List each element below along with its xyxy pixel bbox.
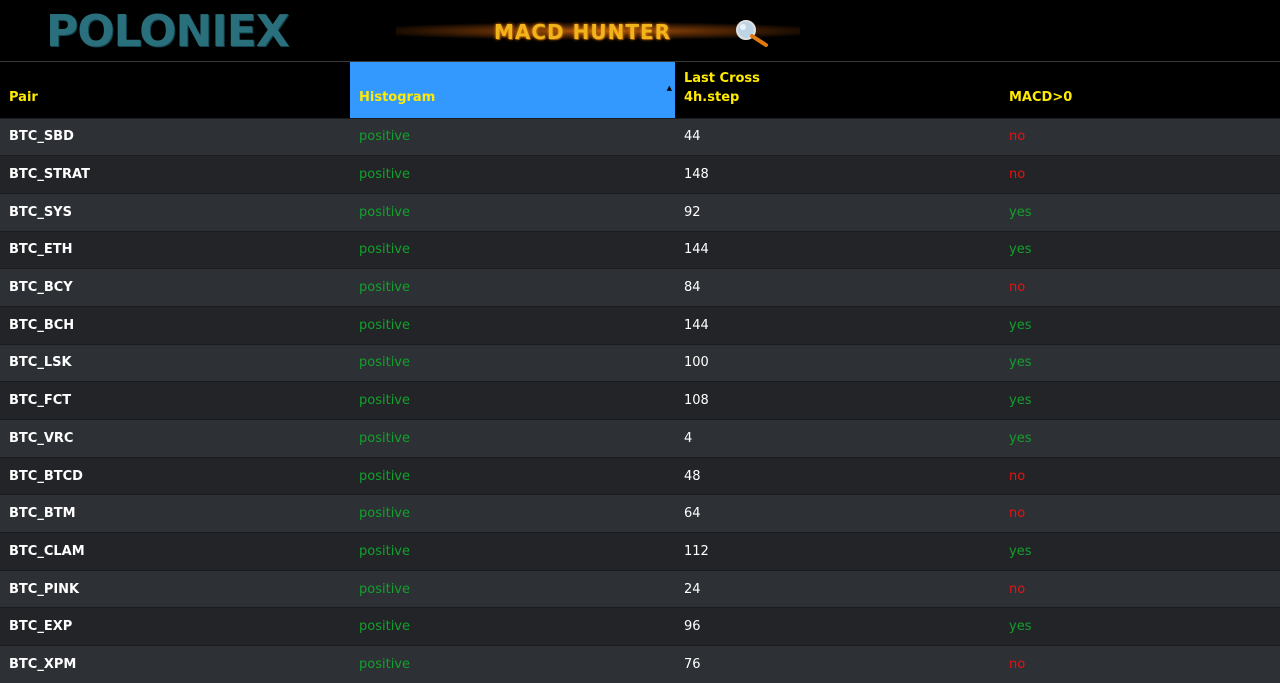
macd-cell: yes xyxy=(1000,532,1280,571)
pair-cell: BTC_STRAT xyxy=(0,155,350,194)
last-cross-cell: 92 xyxy=(675,192,1000,232)
macd-cell: yes xyxy=(1000,230,1280,269)
histogram-cell: positive xyxy=(350,419,675,458)
pair-cell: BTC_SYS xyxy=(0,192,350,232)
table-row[interactable]: BTC_ETH positive 144 yes xyxy=(0,230,1280,269)
macd-cell: no xyxy=(1000,456,1280,495)
last-cross-cell: 148 xyxy=(675,155,1000,194)
histogram-cell: positive xyxy=(350,343,675,382)
last-cross-cell: 144 xyxy=(675,305,1000,345)
last-cross-cell: 24 xyxy=(675,569,1000,608)
last-cross-cell: 144 xyxy=(675,230,1000,269)
histogram-cell: positive xyxy=(350,117,675,156)
table-row[interactable]: BTC_FCT positive 108 yes xyxy=(0,381,1280,420)
last-cross-cell: 64 xyxy=(675,494,1000,533)
pair-cell: BTC_EXP xyxy=(0,607,350,646)
column-header-pair-label: Pair xyxy=(9,89,38,105)
pair-cell: BTC_LSK xyxy=(0,343,350,382)
column-header-last-cross-sublabel: 4h.step xyxy=(684,89,740,105)
pair-cell: BTC_BTM xyxy=(0,494,350,533)
histogram-cell: positive xyxy=(350,645,675,683)
pair-cell: BTC_PINK xyxy=(0,569,350,608)
table-row[interactable]: BTC_BCH positive 144 yes xyxy=(0,305,1280,345)
poloniex-logo: POLONIEX xyxy=(46,6,290,57)
last-cross-cell: 112 xyxy=(675,532,1000,571)
table-row[interactable]: BTC_PINK positive 24 no xyxy=(0,569,1280,608)
table-row[interactable]: BTC_BTM positive 64 no xyxy=(0,494,1280,533)
macd-cell: yes xyxy=(1000,192,1280,232)
pair-cell: BTC_CLAM xyxy=(0,532,350,571)
macd-cell: yes xyxy=(1000,305,1280,345)
macd-cell: no xyxy=(1000,268,1280,307)
last-cross-cell: 48 xyxy=(675,456,1000,495)
table-header-row: Pair Histogram ▲ Last Cross 4h.step MACD… xyxy=(0,62,1280,118)
table-body: BTC_SBD positive 44 no BTC_STRAT positiv… xyxy=(0,117,1280,683)
histogram-cell: positive xyxy=(350,569,675,608)
column-header-last-cross[interactable]: Last Cross 4h.step xyxy=(675,62,1000,118)
last-cross-cell: 100 xyxy=(675,343,1000,382)
column-header-pair[interactable]: Pair xyxy=(0,62,350,118)
last-cross-cell: 108 xyxy=(675,381,1000,420)
last-cross-cell: 76 xyxy=(675,645,1000,683)
table-row[interactable]: BTC_BCY positive 84 no xyxy=(0,268,1280,307)
table-row[interactable]: BTC_STRAT positive 148 no xyxy=(0,155,1280,194)
macd-cell: yes xyxy=(1000,381,1280,420)
table-row[interactable]: BTC_VRC positive 4 yes xyxy=(0,419,1280,458)
column-header-histogram-label: Histogram xyxy=(359,89,436,105)
macd-cell: no xyxy=(1000,494,1280,533)
macd-cell: no xyxy=(1000,155,1280,194)
macd-cell: yes xyxy=(1000,607,1280,646)
histogram-cell: positive xyxy=(350,456,675,495)
column-header-macd[interactable]: MACD>0 xyxy=(1000,62,1280,118)
histogram-cell: positive xyxy=(350,230,675,269)
histogram-cell: positive xyxy=(350,381,675,420)
pair-cell: BTC_BTCD xyxy=(0,456,350,495)
pair-cell: BTC_XPM xyxy=(0,645,350,683)
banner-title: MACD HUNTER xyxy=(494,20,672,44)
macd-hunter-banner: MACD HUNTER xyxy=(396,10,800,52)
macd-cell: no xyxy=(1000,645,1280,683)
histogram-cell: positive xyxy=(350,192,675,232)
histogram-cell: positive xyxy=(350,268,675,307)
pair-cell: BTC_VRC xyxy=(0,419,350,458)
last-cross-cell: 44 xyxy=(675,117,1000,156)
histogram-cell: positive xyxy=(350,607,675,646)
table-row[interactable]: BTC_CLAM positive 112 yes xyxy=(0,532,1280,571)
column-header-last-cross-label: Last Cross xyxy=(684,70,760,86)
table-row[interactable]: BTC_LSK positive 100 yes xyxy=(0,343,1280,382)
table-row[interactable]: BTC_BTCD positive 48 no xyxy=(0,456,1280,495)
histogram-cell: positive xyxy=(350,305,675,345)
sort-ascending-icon: ▲ xyxy=(666,84,672,92)
last-cross-cell: 84 xyxy=(675,268,1000,307)
pair-cell: BTC_FCT xyxy=(0,381,350,420)
last-cross-cell: 96 xyxy=(675,607,1000,646)
table-row[interactable]: BTC_EXP positive 96 yes xyxy=(0,607,1280,646)
last-cross-cell: 4 xyxy=(675,419,1000,458)
macd-cell: yes xyxy=(1000,343,1280,382)
page-header: POLONIEX MACD HUNTER xyxy=(0,0,1280,62)
table-row[interactable]: BTC_SBD positive 44 no xyxy=(0,117,1280,156)
table-row[interactable]: BTC_SYS positive 92 yes xyxy=(0,192,1280,232)
histogram-cell: positive xyxy=(350,532,675,571)
magnifier-icon xyxy=(732,18,772,48)
pair-cell: BTC_BCH xyxy=(0,305,350,345)
column-header-histogram[interactable]: Histogram ▲ xyxy=(350,62,675,118)
histogram-cell: positive xyxy=(350,494,675,533)
column-header-macd-label: MACD>0 xyxy=(1009,89,1073,105)
pair-cell: BTC_BCY xyxy=(0,268,350,307)
pairs-table: Pair Histogram ▲ Last Cross 4h.step MACD… xyxy=(0,62,1280,683)
macd-cell: no xyxy=(1000,117,1280,156)
histogram-cell: positive xyxy=(350,155,675,194)
pair-cell: BTC_ETH xyxy=(0,230,350,269)
table-row[interactable]: BTC_XPM positive 76 no xyxy=(0,645,1280,683)
macd-cell: no xyxy=(1000,569,1280,608)
macd-cell: yes xyxy=(1000,419,1280,458)
pair-cell: BTC_SBD xyxy=(0,117,350,156)
